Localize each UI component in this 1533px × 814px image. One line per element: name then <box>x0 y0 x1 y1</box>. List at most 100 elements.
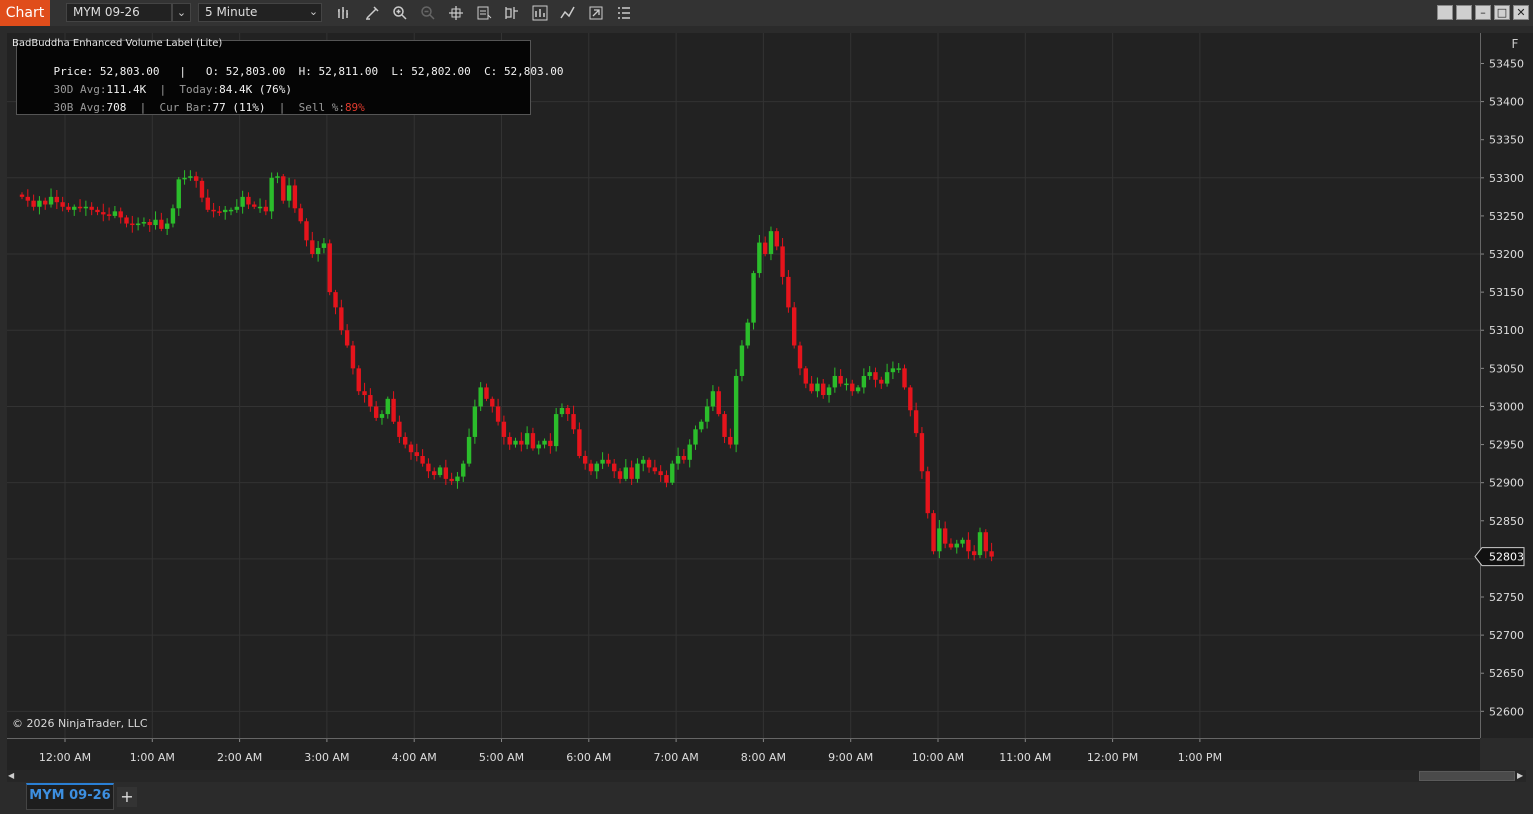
tab-instrument[interactable]: MYM 09-26 <box>26 783 114 810</box>
candle-body <box>971 551 977 556</box>
candle-body <box>77 206 83 209</box>
candle-body <box>571 414 576 430</box>
candle-body <box>582 456 588 464</box>
time-tick-label: 12:00 AM <box>39 751 91 764</box>
candle-body <box>478 387 483 407</box>
candle-body <box>48 196 54 205</box>
candle-body <box>19 194 25 197</box>
candle-body <box>780 246 785 277</box>
candle-body <box>130 223 135 226</box>
candle-body <box>368 395 373 407</box>
current-price-label: 52803 <box>1489 551 1524 564</box>
price-tick-label: 53000 <box>1489 400 1524 413</box>
candle-body <box>170 208 176 224</box>
candle-body <box>716 391 721 415</box>
candle-body <box>629 467 634 479</box>
candle-body <box>135 223 141 226</box>
candle-body <box>867 372 872 376</box>
candle-body <box>495 406 501 422</box>
candle-body <box>31 200 36 207</box>
time-tick-label: 9:00 AM <box>828 751 873 764</box>
copyright-text: © 2026 NinjaTrader, LLC <box>12 717 148 730</box>
price-tick-label: 52850 <box>1489 515 1524 528</box>
avg30b-label: 30B Avg: <box>53 101 107 114</box>
candle-body <box>304 221 309 241</box>
candle-body <box>391 398 396 422</box>
candle-body <box>902 368 907 388</box>
time-tick-label: 1:00 PM <box>1178 751 1222 764</box>
time-tick-label: 5:00 AM <box>479 751 524 764</box>
price-tick-label: 52950 <box>1489 439 1524 452</box>
time-tick-label: 12:00 PM <box>1087 751 1138 764</box>
candle-body <box>606 459 611 464</box>
candle-body <box>919 433 925 472</box>
candle-body <box>594 463 599 472</box>
price-tick-label: 52700 <box>1489 629 1524 642</box>
candle-body <box>66 206 71 210</box>
candle-body <box>199 180 205 198</box>
candle-body <box>548 440 553 447</box>
candle-body <box>281 176 286 201</box>
candle-body <box>344 330 350 346</box>
candle-body <box>855 387 861 392</box>
add-tab-button[interactable]: + <box>117 787 137 807</box>
candle-body <box>420 456 425 464</box>
candle-body <box>292 185 298 209</box>
candle-body <box>809 383 814 392</box>
candle-body <box>252 204 257 207</box>
candle-body <box>275 176 280 178</box>
candle-body <box>530 433 536 449</box>
candle-body <box>983 532 988 552</box>
candle-body <box>472 406 478 437</box>
indicator-title: BadBuddha Enhanced Volume Label (Lite) <box>12 38 223 49</box>
candle-body <box>559 407 565 415</box>
candle-body <box>675 456 681 464</box>
candle-body <box>106 214 112 216</box>
candle-body <box>710 391 716 407</box>
candle-body <box>873 372 878 380</box>
candle-body <box>617 471 623 479</box>
candle-body <box>315 247 321 255</box>
f-button[interactable]: F <box>1506 35 1524 53</box>
candle-body <box>519 440 524 445</box>
candle-body <box>153 219 158 226</box>
horizontal-scrollbar[interactable]: ◀ ▶ <box>7 770 1526 782</box>
candle-body <box>373 406 379 418</box>
candle-body <box>449 478 454 482</box>
candle-body <box>699 421 704 430</box>
candle-body <box>182 177 187 180</box>
time-tick-label: 4:00 AM <box>392 751 437 764</box>
time-tick-label: 10:00 AM <box>912 751 964 764</box>
candle-body <box>948 543 954 548</box>
candle-body <box>461 463 466 477</box>
candle-body <box>426 463 431 472</box>
candle-body <box>553 414 559 447</box>
candle-body <box>925 471 930 514</box>
candle-body <box>937 528 942 552</box>
price-tick-label: 53150 <box>1489 286 1524 299</box>
candle-body <box>861 375 867 388</box>
candle-body <box>739 345 745 376</box>
candle-body <box>844 383 849 386</box>
candle-body <box>646 459 652 468</box>
candle-body <box>722 414 727 437</box>
scroll-right-icon[interactable]: ▶ <box>1517 772 1525 780</box>
price-tick-label: 53100 <box>1489 324 1524 337</box>
candle-body <box>879 379 884 384</box>
candle-body <box>693 429 698 445</box>
candle-body <box>432 471 437 476</box>
candle-body <box>890 368 896 373</box>
scrollbar-thumb[interactable] <box>1419 771 1515 781</box>
candle-body <box>670 463 675 483</box>
candle-body <box>286 185 292 201</box>
candle-body <box>188 176 193 178</box>
separator: | <box>139 101 147 114</box>
candle-body <box>664 475 669 483</box>
candle-body <box>658 471 663 476</box>
candle-body <box>257 206 263 209</box>
candle-body <box>240 196 245 207</box>
candle-body <box>112 211 118 216</box>
scroll-left-icon[interactable]: ◀ <box>8 772 16 780</box>
candle-body <box>524 433 530 445</box>
candle-body <box>408 444 414 453</box>
